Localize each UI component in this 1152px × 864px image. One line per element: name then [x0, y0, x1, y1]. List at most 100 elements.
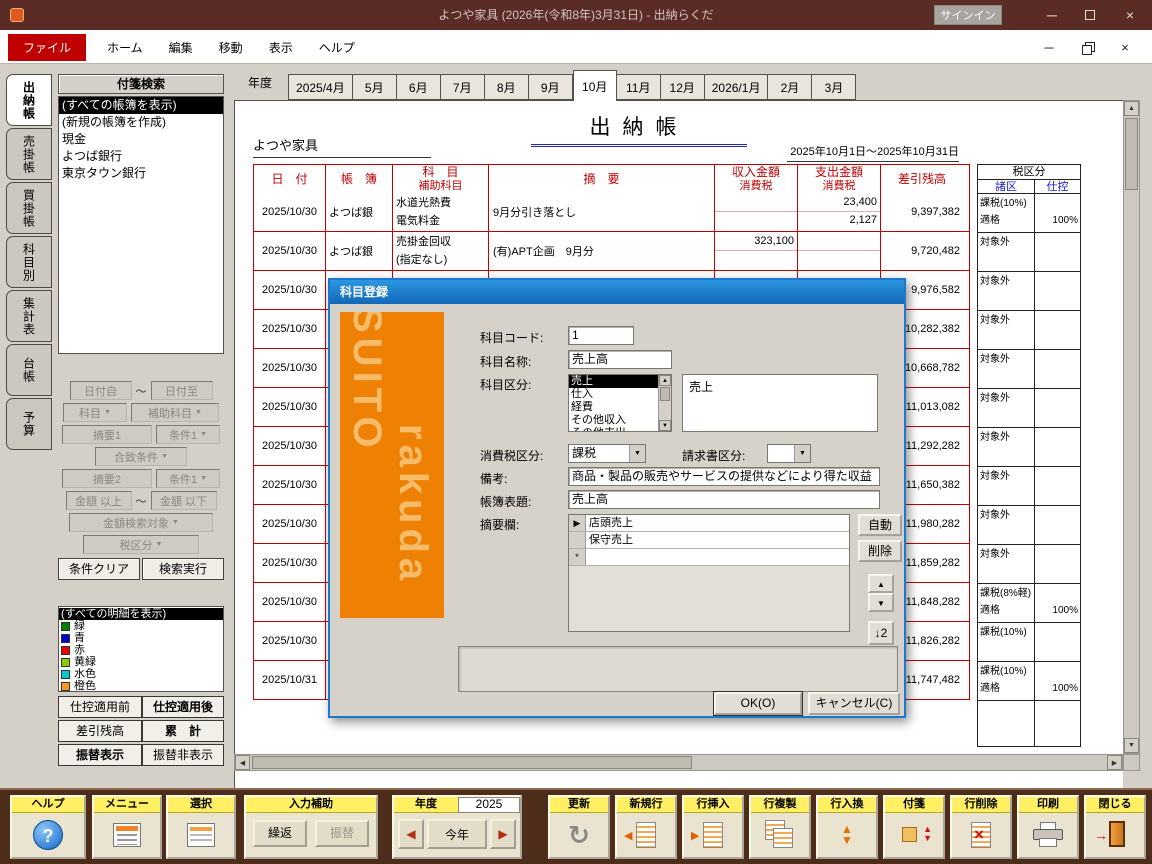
toolbar-print-button[interactable]: 印刷 [1017, 795, 1079, 859]
month-tab[interactable]: 10月 [573, 70, 617, 101]
menu-item[interactable]: 移動 [219, 39, 243, 56]
tekiyo-text[interactable]: 保守売上 [586, 532, 849, 548]
menu-item[interactable]: ヘルプ [319, 39, 355, 56]
scroll-left-button[interactable]: ◀ [235, 755, 250, 770]
child-minimize-button[interactable]: ─ [1034, 36, 1064, 58]
vertical-scrollbar-thumb[interactable] [1125, 118, 1138, 190]
nav-tab[interactable]: 台帳 [6, 344, 52, 396]
kubun-option[interactable]: その他収入 [569, 414, 658, 427]
ledger-item[interactable]: 現金 [59, 131, 223, 148]
month-tab[interactable]: 2025/4月 [288, 74, 353, 100]
clear-conditions-button[interactable]: 条件クリア [58, 558, 140, 580]
maximize-button[interactable] [1072, 0, 1108, 30]
fusen-listbox[interactable]: (すべての明細を表示)緑青赤黄緑水色橙色 [58, 606, 224, 692]
toolbar-close-app-button[interactable]: 閉じる→ [1084, 795, 1146, 859]
kubun-option[interactable]: 売上 [569, 375, 658, 388]
fusen-item[interactable]: 橙色 [59, 680, 223, 692]
kubun-option[interactable]: 経費 [569, 401, 658, 414]
fusen-item[interactable]: 水色 [59, 668, 223, 680]
nav-tab[interactable]: 出納帳 [6, 74, 52, 126]
tekiyo-grid[interactable]: ▶店頭売上保守売上* [568, 514, 850, 632]
book-title-input[interactable]: 売上高 [568, 490, 880, 509]
tekiyo-row[interactable]: ▶店頭売上 [569, 515, 849, 532]
fusen-item-all[interactable]: (すべての明細を表示) [59, 608, 223, 620]
menu-item[interactable]: 表示 [269, 39, 293, 56]
toolbar-new-row-button[interactable]: 新規行◀ [615, 795, 677, 859]
next-year-button[interactable]: ▶ [490, 819, 516, 849]
name-input[interactable]: 売上高 [568, 350, 672, 369]
signin-button[interactable]: サインイン [934, 5, 1002, 25]
dialog-titlebar[interactable]: 科目登録 [330, 280, 904, 304]
scroll-down-button[interactable]: ▼ [1124, 738, 1139, 753]
table-row[interactable]: 2025/10/30よつば銀水道光熱費電気料金9月分引き落とし23,4002,1… [253, 193, 970, 232]
toolbar-delete-row-button[interactable]: 行削除× [950, 795, 1012, 859]
fusen-item[interactable]: 黄緑 [59, 656, 223, 668]
tekiyo-text[interactable]: 店頭売上 [586, 515, 849, 531]
code-input[interactable]: 1 [568, 326, 634, 345]
select-button[interactable]: 選択 [166, 795, 236, 859]
toolbar-insert-row-button[interactable]: 行挿入▶ [682, 795, 744, 859]
tekiyo-row[interactable]: 保守売上 [569, 532, 849, 549]
month-tab[interactable]: 2026/1月 [705, 74, 769, 100]
horizontal-scrollbar[interactable]: ◀ ▶ [234, 754, 1123, 771]
prev-year-button[interactable]: ◀ [398, 819, 424, 849]
chevron-down-icon[interactable]: ▼ [794, 445, 810, 462]
kubun-option[interactable]: その他支出 [569, 427, 658, 432]
nav-tab[interactable]: 科目別 [6, 236, 52, 288]
kubun-scrollbar[interactable]: ▲ ▼ [658, 375, 671, 431]
child-restore-button[interactable] [1072, 36, 1102, 58]
tax-combobox[interactable]: 課税 ▼ [568, 444, 646, 463]
run-search-button[interactable]: 検索実行 [142, 558, 224, 580]
ledger-listbox[interactable]: (すべての帳簿を表示)(新規の帳簿を作成)現金よつば銀行東京タウン銀行 [58, 96, 224, 354]
cancel-button[interactable]: キャンセル(C) [808, 692, 900, 715]
month-tab[interactable]: 7月 [441, 74, 485, 100]
month-tab[interactable]: 9月 [529, 74, 573, 100]
sort-button[interactable]: ↓2 [868, 621, 894, 645]
tekiyo-row[interactable]: * [569, 549, 849, 566]
menu-item[interactable]: 編集 [169, 39, 193, 56]
nav-tab[interactable]: 売掛帳 [6, 128, 52, 180]
balance-view-button[interactable]: 差引残高 [58, 720, 142, 742]
ledger-item[interactable]: 東京タウン銀行 [59, 165, 223, 182]
kubun-option[interactable]: 仕入 [569, 388, 658, 401]
move-down-button[interactable]: ▼ [868, 593, 894, 612]
close-button[interactable]: × [1112, 0, 1148, 30]
toolbar-sticky-note-button[interactable]: 付箋▲▼ [883, 795, 945, 859]
kubun-listbox[interactable]: 売上仕入経費その他収入その他支出 ▲ ▼ [568, 374, 672, 432]
ledger-item[interactable]: よつば銀行 [59, 148, 223, 165]
help-button[interactable]: ヘルプ ? [10, 795, 86, 859]
month-tab[interactable]: 5月 [353, 74, 397, 100]
toolbar-refresh-button[interactable]: 更新↻ [548, 795, 610, 859]
invoice-combobox[interactable]: ▼ [767, 444, 811, 463]
delete-button[interactable]: 削除 [858, 540, 902, 562]
nav-tab[interactable]: 予算 [6, 398, 52, 450]
kubun-scrollbar-thumb[interactable] [660, 387, 670, 401]
total-view-button[interactable]: 累 計 [142, 720, 224, 742]
table-row[interactable]: 2025/10/30よつば銀売掛金回収(指定なし)(有)APT企画 9月分323… [253, 232, 970, 271]
toolbar-swap-rows-button[interactable]: 行入換▲▼ [816, 795, 878, 859]
ledger-item[interactable]: (新規の帳簿を作成) [59, 114, 223, 131]
toolbar-duplicate-row-button[interactable]: 行複製 [749, 795, 811, 859]
memo-input[interactable]: 商品・製品の販売やサービスの提供などにより得た収益 [568, 467, 880, 486]
nav-tab[interactable]: 買掛帳 [6, 182, 52, 234]
transfer-hide-button[interactable]: 振替非表示 [142, 744, 224, 766]
nav-tab[interactable]: 集計表 [6, 290, 52, 342]
repeat-button[interactable]: 繰返 [253, 820, 307, 847]
ledger-item[interactable]: (すべての帳簿を表示) [59, 97, 223, 114]
current-year-button[interactable]: 今年 [427, 819, 487, 849]
fusen-item[interactable]: 緑 [59, 620, 223, 632]
scroll-up-button[interactable]: ▲ [1124, 101, 1139, 116]
menu-item[interactable]: ホーム [107, 39, 143, 56]
pre-deduction-button[interactable]: 仕控適用前 [58, 696, 142, 718]
fusen-item[interactable]: 赤 [59, 644, 223, 656]
horizontal-scrollbar-thumb[interactable] [252, 756, 692, 769]
menu-item[interactable]: ファイル [8, 34, 86, 61]
vertical-scrollbar[interactable]: ▲ ▼ [1123, 100, 1140, 754]
chevron-down-icon[interactable]: ▼ [629, 445, 645, 462]
month-tab[interactable]: 3月 [812, 74, 856, 100]
minimize-button[interactable]: ─ [1034, 0, 1070, 30]
move-up-button[interactable]: ▲ [868, 574, 894, 593]
month-tab[interactable]: 8月 [485, 74, 529, 100]
ok-button[interactable]: OK(O) [714, 692, 802, 715]
auto-button[interactable]: 自動 [858, 514, 902, 536]
